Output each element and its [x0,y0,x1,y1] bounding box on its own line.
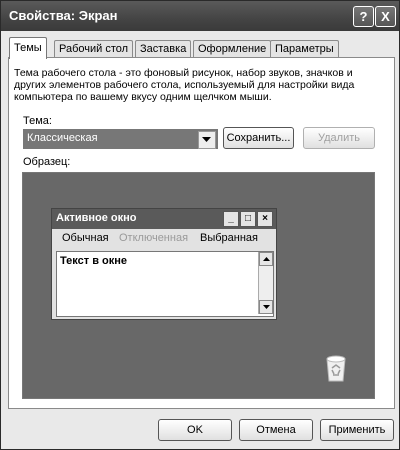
scroll-up-icon [259,252,273,266]
help-button[interactable]: ? [353,6,374,27]
close-button[interactable]: X [375,6,396,27]
tab-appearance[interactable]: Оформление [193,40,272,58]
ok-button[interactable]: OK [158,419,232,441]
recycle-bin-icon [322,353,350,386]
tab-themes[interactable]: Темы [9,37,47,59]
tab-themes-label: Темы [14,42,42,54]
preview-menu-disabled: Отключенная [119,232,189,244]
theme-select[interactable]: Классическая [23,129,218,149]
tab-appearance-label: Оформление [198,43,267,55]
save-theme-button[interactable]: Сохранить... [223,127,294,149]
preview-menu-normal: Обычная [62,232,109,244]
tab-settings-label: Параметры [275,43,334,55]
apply-button[interactable]: Применить [320,419,394,441]
theme-description: Тема рабочего стола - это фоновый рисуно… [14,67,355,103]
preview-window-title: Активное окно [56,212,137,224]
scroll-down-icon [259,300,273,314]
sample-label: Образец: [23,156,71,168]
display-properties-window: Свойства: Экран ? X Темы Рабочий стол За… [0,0,400,450]
tab-screensaver[interactable]: Заставка [135,40,192,58]
theme-label: Тема: [23,115,52,127]
close-icon: X [381,9,390,24]
delete-theme-button[interactable]: Удалить [303,127,375,149]
tab-desktop[interactable]: Рабочий стол [54,40,134,58]
help-icon: ? [359,9,368,24]
window-title: Свойства: Экран [9,8,118,23]
minimize-icon: _ [223,211,239,227]
tab-desktop-label: Рабочий стол [59,43,129,55]
preview-scrollbar [258,252,273,314]
preview-active-window: Активное окно _ □ × Обычная Отключенная … [51,208,277,320]
preview-window-text: Текст в окне [60,255,128,267]
close-icon: × [257,211,273,227]
tab-screensaver-label: Заставка [140,43,187,55]
preview-menu-selected: Выбранная [200,232,259,244]
tab-settings[interactable]: Параметры [270,40,339,58]
theme-select-value: Классическая [27,132,98,144]
cancel-button[interactable]: Отмена [239,419,313,441]
preview-title-bar: Активное окно _ □ × [52,209,276,229]
chevron-down-icon[interactable] [198,131,216,149]
preview-text-area: Текст в окне [56,251,274,317]
maximize-icon: □ [240,211,256,227]
title-bar[interactable]: Свойства: Экран ? X [1,1,399,31]
